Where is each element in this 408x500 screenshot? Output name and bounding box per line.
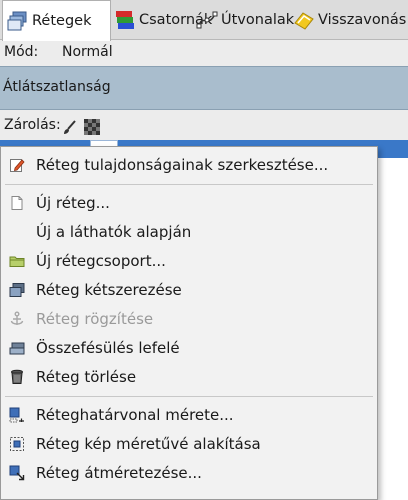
mode-label: Mód: xyxy=(4,44,39,60)
menu-item-new-from-visible[interactable]: Új a láthatók alapján xyxy=(1,218,377,247)
menu-item-label: Összefésülés lefelé xyxy=(36,339,180,357)
layer-to-image-size-icon xyxy=(9,436,25,452)
merge-down-icon xyxy=(9,340,25,356)
mode-row: Mód: Normál xyxy=(0,40,408,66)
menu-item-duplicate-layer[interactable]: Réteg kétszerezése xyxy=(1,276,377,305)
opacity-label: Átlátszatlanság xyxy=(3,79,111,95)
tab-label: Útvonalak xyxy=(221,12,295,28)
menu-item-label: Új réteg... xyxy=(36,194,110,212)
layers-icon xyxy=(7,10,29,32)
tab-channels[interactable]: Csatornák xyxy=(112,0,212,40)
menu-item-label: Réteg átméretezése... xyxy=(36,464,202,482)
menu-item-label: Réteg tulajdonságainak szerkesztése... xyxy=(36,156,329,174)
duplicate-icon xyxy=(9,282,25,298)
scale-layer-icon xyxy=(9,465,25,481)
menu-item-edit-layer-attributes[interactable]: Réteg tulajdonságainak szerkesztése... xyxy=(1,151,377,180)
menu-item-scale-layer[interactable]: Réteg átméretezése... xyxy=(1,459,377,488)
folder-icon xyxy=(9,253,25,269)
anchor-icon xyxy=(9,311,25,327)
boundary-size-icon xyxy=(9,407,25,423)
menu-item-anchor-layer[interactable]: Réteg rögzítése xyxy=(1,305,377,334)
menu-item-label: Réteghatárvonal mérete... xyxy=(36,406,234,424)
menu-item-label: Új rétegcsoport... xyxy=(36,252,166,270)
undo-history-icon xyxy=(293,9,315,31)
paths-icon xyxy=(196,9,218,31)
menu-item-label: Új a láthatók alapján xyxy=(36,223,192,241)
menu-item-label: Réteg rögzítése xyxy=(36,310,154,328)
lock-pixels-icon[interactable] xyxy=(62,119,78,135)
tab-paths[interactable]: Útvonalak xyxy=(194,0,294,40)
opacity-slider[interactable]: Átlátszatlanság xyxy=(0,66,408,110)
lock-label: Zárolás: xyxy=(4,117,61,133)
menu-item-label: Réteg kétszerezése xyxy=(36,281,182,299)
edit-properties-icon xyxy=(9,157,25,173)
menu-item-layer-boundary-size[interactable]: Réteghatárvonal mérete... xyxy=(1,401,377,430)
menu-item-label: Réteg törlése xyxy=(36,368,137,386)
new-layer-icon xyxy=(9,195,25,211)
tab-label: Visszavonás xyxy=(318,12,407,28)
menu-separator xyxy=(5,184,373,185)
dock-tab-bar: Rétegek Csatornák Útvonalak Visszavonás xyxy=(0,0,408,41)
tab-layers[interactable]: Rétegek xyxy=(2,0,111,41)
lock-row: Zárolás: xyxy=(0,110,408,140)
menu-separator xyxy=(5,396,373,397)
menu-item-layer-to-image-size[interactable]: Réteg kép méretűvé alakítása xyxy=(1,430,377,459)
menu-item-new-layer[interactable]: Új réteg... xyxy=(1,189,377,218)
menu-item-merge-down[interactable]: Összefésülés lefelé xyxy=(1,334,377,363)
layers-context-menu: Réteg tulajdonságainak szerkesztése... Ú… xyxy=(0,146,378,500)
menu-item-delete-layer[interactable]: Réteg törlése xyxy=(1,363,377,392)
mode-select[interactable]: Normál xyxy=(62,44,113,60)
menu-item-label: Réteg kép méretűvé alakítása xyxy=(36,435,261,453)
trash-icon xyxy=(9,369,25,385)
tab-label: Rétegek xyxy=(32,13,92,29)
channels-icon xyxy=(114,9,136,31)
menu-item-new-layer-group[interactable]: Új rétegcsoport... xyxy=(1,247,377,276)
lock-alpha-icon[interactable] xyxy=(84,119,100,135)
tab-undo-history[interactable]: Visszavonás xyxy=(291,0,408,40)
